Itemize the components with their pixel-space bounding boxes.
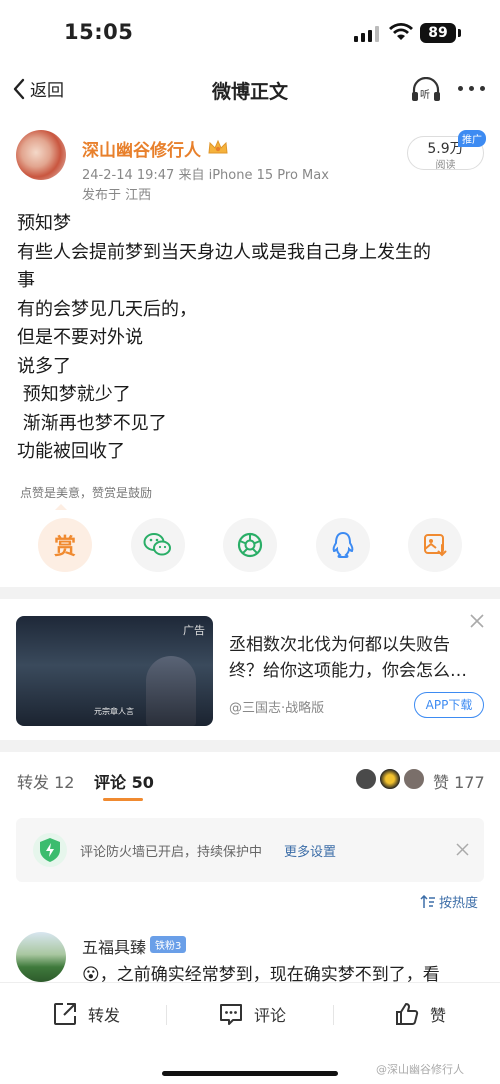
ad-title[interactable]: 丞相数次北伐为何都以失败告终？给你这项能力，你会怎么… <box>229 632 479 684</box>
more-button[interactable] <box>458 86 486 94</box>
reads-label: 阅读 <box>435 160 456 171</box>
post-line: 事 <box>17 270 35 291</box>
tab-reposts[interactable]: 转发 12 <box>17 769 74 793</box>
ad-figure <box>146 656 196 726</box>
chevron-left-icon <box>13 78 25 99</box>
post-line: 有些人会提前梦到当天身边人或是我自己身上发生的 <box>17 241 431 263</box>
more-dot-icon <box>480 86 485 91</box>
post-line: 预知梦 <box>17 213 71 234</box>
comment-firewall-notice: 评论防火墙已开启，持续保护中 更多设置 <box>16 818 484 882</box>
repost-button[interactable]: 转发 <box>52 1001 120 1027</box>
signal-icon <box>354 26 379 42</box>
app-download-button[interactable]: APP下载 <box>414 692 484 718</box>
action-separator <box>333 1005 334 1025</box>
status-bar: 15:05 89 <box>0 0 500 68</box>
battery-indicator: 89 <box>420 23 456 43</box>
nav-bar: 微博正文 返回 听 <box>0 68 500 112</box>
close-icon[interactable] <box>470 614 484 628</box>
tab-comments[interactable]: 评论 50 <box>94 769 154 793</box>
section-divider <box>0 740 500 752</box>
post-line: 功能被回收了 <box>17 441 125 462</box>
share-moments-button[interactable] <box>223 518 277 572</box>
tab-underline <box>103 798 143 801</box>
reward-label: 赏 <box>53 535 76 560</box>
ad-tag: 广告 <box>183 624 205 637</box>
ad-source: @三国志·战略版 <box>229 701 325 716</box>
interaction-tabs: 转发 12 评论 50 赞 177 <box>0 752 500 802</box>
listen-label: 听 <box>420 90 430 101</box>
close-icon[interactable] <box>456 843 469 856</box>
liker-avatar[interactable] <box>355 768 377 790</box>
bottom-action-bar: 转发 评论 赞 @深山幽谷修行人 <box>0 982 500 1084</box>
post-line: 有的会梦见几天后的， <box>17 298 197 320</box>
back-label: 返回 <box>30 81 64 101</box>
section-divider <box>0 587 500 599</box>
ad-card[interactable]: 元宗章人言 广告 丞相数次北伐为何都以失败告终？给你这项能力，你会怎么… @三国… <box>0 600 500 740</box>
liker-avatar[interactable] <box>403 768 425 790</box>
comment-label: 评论 <box>254 1006 287 1025</box>
save-image-icon <box>424 534 447 557</box>
fan-badge: 铁粉3 <box>150 936 187 953</box>
save-image-button[interactable] <box>408 518 462 572</box>
action-separator <box>166 1005 167 1025</box>
moments-icon <box>237 532 263 558</box>
ad-image-caption: 元宗章人言 <box>94 707 134 716</box>
repost-label: 转发 <box>88 1006 121 1025</box>
like-button[interactable]: 赞 <box>394 1001 446 1027</box>
ad-image[interactable]: 元宗章人言 广告 <box>16 616 213 726</box>
liker-avatar[interactable] <box>379 768 401 790</box>
qq-icon <box>332 531 354 558</box>
share-qq-button[interactable] <box>316 518 370 572</box>
crown-icon <box>208 139 228 154</box>
post-meta: 24-2-14 19:47 来自 iPhone 15 Pro Max <box>82 168 329 183</box>
post-line: 渐渐再也梦不见了 <box>17 412 167 434</box>
home-indicator[interactable] <box>162 1071 338 1076</box>
back-button[interactable]: 返回 <box>12 76 64 101</box>
share-wechat-button[interactable] <box>131 518 185 572</box>
promote-tag[interactable]: 推广 <box>458 130 486 147</box>
post-line: 但是不要对外说 <box>17 327 143 348</box>
listen-button[interactable]: 听 <box>411 76 441 103</box>
comment-icon <box>220 1004 242 1025</box>
comment-button[interactable]: 评论 <box>218 1001 286 1027</box>
commenter-avatar[interactable] <box>16 932 66 982</box>
shield-icon <box>33 833 67 867</box>
reward-tip: 点赞是美意，赞赏是鼓励 <box>20 486 153 500</box>
post-location: 发布于 江西 <box>82 188 152 203</box>
sort-icon <box>420 894 435 908</box>
sort-label: 按热度 <box>439 896 479 911</box>
post-body: 预知梦 有些人会提前梦到当天身边人或是我自己身上发生的 事 有的会梦见几天后的，… <box>17 210 487 467</box>
watermark: @深山幽谷修行人 <box>376 1063 464 1076</box>
post-line: 说多了 <box>17 355 71 377</box>
thumbs-up-icon <box>396 1003 419 1025</box>
like-label: 赞 <box>430 1006 447 1025</box>
more-dot-icon <box>458 86 463 91</box>
post-line: 预知梦就少了 <box>17 384 131 405</box>
author-avatar[interactable] <box>16 130 66 180</box>
wifi-icon <box>389 23 413 40</box>
firewall-text: 评论防火墙已开启，持续保护中 <box>80 845 263 860</box>
sort-button[interactable]: 按热度 <box>420 892 478 911</box>
status-time: 15:05 <box>64 20 134 44</box>
author-name[interactable]: 深山幽谷修行人 <box>82 136 201 161</box>
repost-icon <box>54 1003 76 1025</box>
firewall-settings-link[interactable]: 更多设置 <box>284 841 336 860</box>
tab-likes[interactable]: 赞 177 <box>433 769 485 793</box>
commenter-name[interactable]: 五福具臻 <box>82 934 146 958</box>
battery-tip <box>458 29 461 37</box>
tip-arrow <box>55 504 67 510</box>
reward-button[interactable]: 赏 <box>38 518 92 572</box>
wechat-icon <box>143 533 171 556</box>
more-dot-icon <box>469 86 474 91</box>
